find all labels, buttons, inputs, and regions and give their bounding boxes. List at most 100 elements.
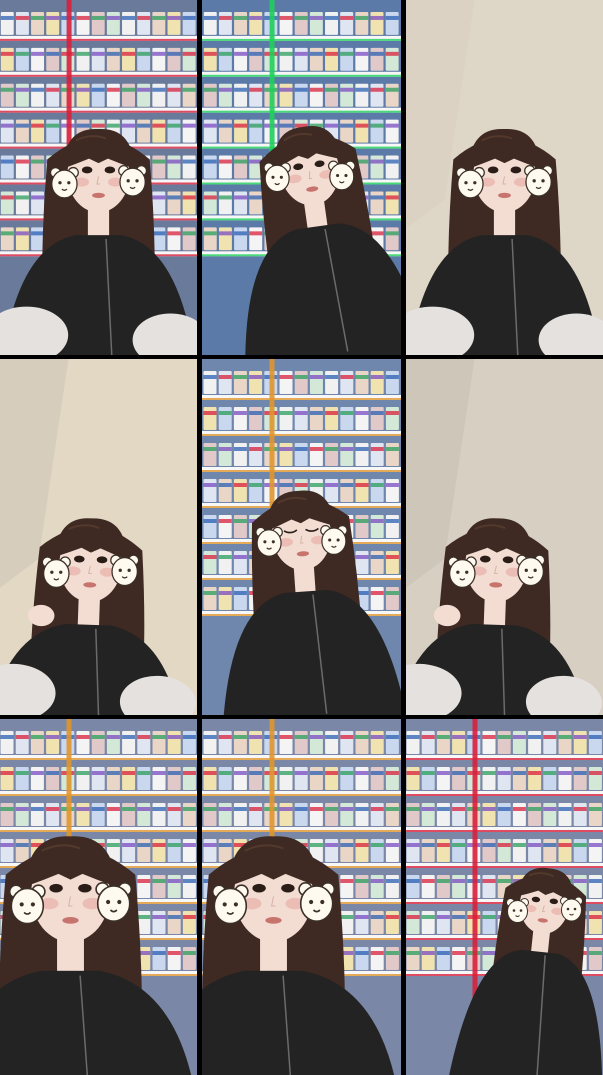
product-box (325, 479, 339, 502)
product-label (340, 411, 354, 415)
eye (510, 166, 522, 174)
product-label (355, 735, 369, 739)
product-label (406, 807, 420, 811)
product-label (482, 843, 496, 847)
product-label (218, 447, 232, 451)
product-box (370, 47, 384, 71)
tile-1 (0, 0, 197, 355)
product-label (325, 411, 339, 415)
bear-eye (336, 173, 340, 178)
product-label (309, 807, 323, 811)
product-box (385, 947, 399, 970)
product-box (279, 47, 293, 71)
product-label (588, 951, 602, 955)
bear-sticker (211, 884, 249, 925)
product-box (370, 911, 384, 934)
product-label (46, 15, 60, 20)
product-box (137, 47, 151, 71)
product-box (122, 47, 135, 71)
product-box (436, 767, 450, 790)
product-label (279, 483, 293, 487)
bear-sticker (255, 526, 283, 557)
product-box (294, 443, 308, 466)
product-box (31, 119, 45, 143)
shelf-price-strip (0, 794, 197, 796)
product-label (370, 51, 384, 56)
product-box (355, 83, 369, 107)
product-box (370, 407, 384, 430)
product-label (482, 915, 496, 919)
product-box (279, 407, 293, 430)
product-label (340, 735, 354, 739)
product-label (0, 87, 14, 92)
product-label (31, 87, 45, 92)
product-box (31, 11, 45, 35)
product-label (152, 807, 166, 811)
product-box (421, 911, 435, 934)
product-label (233, 375, 247, 379)
product-label (385, 447, 399, 451)
product-box (370, 83, 384, 107)
product-box (137, 875, 151, 898)
product-label (76, 87, 90, 92)
bear-sticker (110, 554, 140, 587)
product-label (452, 915, 466, 919)
product-box (218, 767, 232, 790)
tile-photo (0, 0, 197, 355)
product-label (309, 51, 323, 56)
bear-eye (456, 570, 460, 574)
product-box (385, 551, 399, 574)
product-box (385, 227, 399, 251)
product-label (309, 411, 323, 415)
product-label (279, 123, 293, 128)
product-box (340, 803, 354, 826)
product-box (91, 47, 105, 71)
product-box (233, 803, 247, 826)
product-label (340, 123, 354, 128)
product-box (279, 803, 293, 826)
product-label (528, 771, 542, 775)
product-label (182, 195, 196, 200)
product-box (234, 191, 248, 215)
product-label (249, 807, 263, 811)
product-label (370, 159, 384, 164)
product-box (294, 407, 308, 430)
product-box (91, 731, 105, 754)
product-label (106, 15, 120, 20)
product-label (279, 447, 293, 451)
product-label (203, 591, 217, 595)
bear-head (51, 169, 78, 199)
product-box (385, 371, 399, 394)
product-box (233, 767, 247, 790)
product-box (91, 803, 105, 826)
product-label (152, 735, 166, 739)
product-box (452, 947, 466, 970)
bear-sticker (118, 165, 148, 197)
product-label (573, 879, 587, 883)
product-box (0, 191, 14, 215)
bear-sticker (506, 898, 529, 923)
product-label (152, 51, 166, 56)
product-label (0, 195, 14, 200)
bear-eye (573, 907, 577, 911)
product-label (218, 51, 232, 56)
product-box (543, 731, 557, 754)
product-label (249, 87, 263, 92)
product-box (588, 767, 602, 790)
product-box (482, 767, 496, 790)
product-box (340, 443, 354, 466)
product-box (370, 191, 384, 215)
product-label (218, 519, 232, 523)
product-label (294, 375, 308, 379)
product-box (528, 731, 542, 754)
product-box (15, 803, 29, 826)
product-label (294, 735, 308, 739)
product-box (233, 731, 247, 754)
product-box (355, 407, 369, 430)
product-box (249, 443, 263, 466)
product-box (355, 803, 369, 826)
product-box (452, 875, 466, 898)
product-label (218, 231, 232, 236)
eye (104, 166, 116, 174)
product-label (355, 915, 369, 919)
